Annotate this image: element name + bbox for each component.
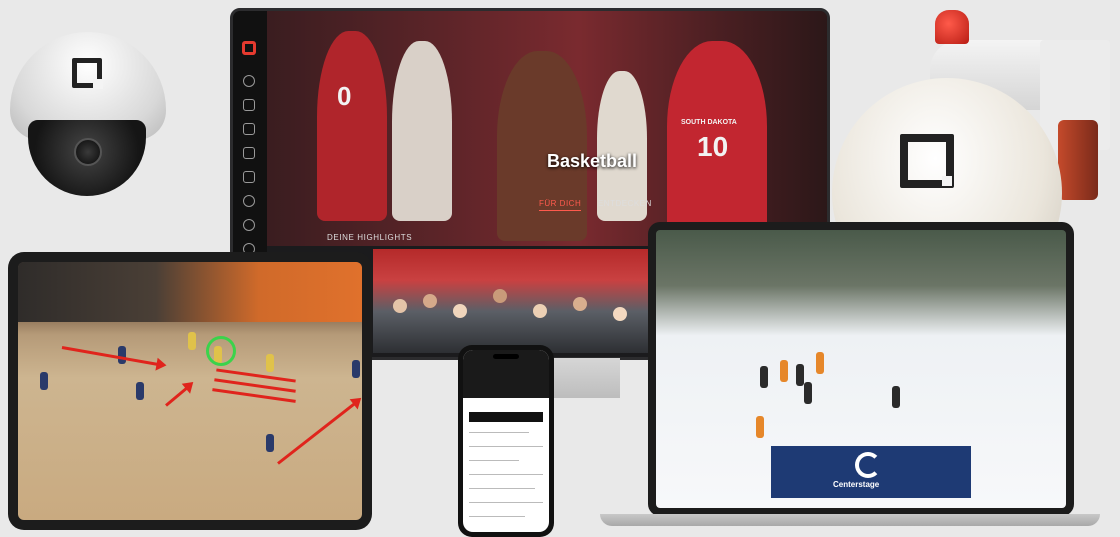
form-row[interactable] (469, 446, 543, 447)
warning-beacon-icon (935, 10, 969, 44)
crowd-person (573, 297, 587, 311)
gym-wall (18, 262, 362, 322)
camera-logo-icon (72, 58, 103, 89)
tablet-device (8, 252, 372, 530)
laptop-device: Centerstage (648, 222, 1074, 516)
video-icon[interactable] (243, 147, 255, 159)
jersey-number: 10 (697, 131, 729, 162)
crowd-person (423, 294, 437, 308)
mount-bracket (1058, 120, 1098, 200)
crowd-person (533, 304, 547, 318)
crowd-person (453, 304, 467, 318)
brand-logo-icon (855, 452, 881, 478)
smartphone-device (458, 345, 554, 537)
hero-title: Basketball (547, 151, 638, 171)
player-marker (118, 346, 126, 364)
hero-banner[interactable]: 0 SOUTH DAKOTA 10 Basketball FÜR DICH EN… (267, 11, 827, 246)
phone-toolbar[interactable] (469, 412, 543, 422)
player-marker (40, 372, 48, 390)
crowd-person (613, 307, 627, 321)
tab-discover[interactable]: ENTDECKEN (598, 199, 652, 208)
player-marker (266, 354, 274, 372)
form-row[interactable] (469, 488, 535, 489)
skater (760, 366, 768, 388)
phone-notch (493, 354, 519, 359)
player-highlight-circle (206, 336, 236, 366)
camera-logo-icon (900, 134, 954, 188)
phone-app-screen[interactable] (463, 350, 549, 532)
clock-icon[interactable] (243, 195, 255, 207)
movement-arrow (165, 385, 190, 407)
player-figure (392, 41, 452, 221)
brand-name: Centerstage (833, 480, 880, 489)
form-row[interactable] (469, 474, 543, 475)
movement-arrow (61, 346, 161, 367)
list-icon[interactable] (243, 123, 255, 135)
jersey-text: SOUTH DAKOTA (681, 119, 737, 126)
player-figure (317, 31, 387, 221)
player-marker (136, 382, 144, 400)
skater (796, 364, 804, 386)
laptop-base (600, 514, 1100, 526)
brand-logo-icon (242, 41, 256, 55)
player-figure (497, 51, 587, 241)
handball-analysis-view[interactable] (18, 262, 362, 520)
form-row[interactable] (469, 516, 525, 517)
phone-header (463, 350, 549, 398)
ice-hockey-broadcast-view[interactable]: Centerstage (656, 230, 1066, 508)
movement-arrow (277, 400, 358, 465)
search-icon[interactable] (243, 75, 255, 87)
skater (892, 386, 900, 408)
crowd-person (493, 289, 507, 303)
player-marker (352, 360, 360, 378)
tab-for-you[interactable]: FÜR DICH (539, 199, 582, 211)
settings-icon[interactable] (243, 219, 255, 231)
player-marker (266, 434, 274, 452)
skater (816, 352, 824, 374)
form-row[interactable] (469, 502, 543, 503)
edit-icon[interactable] (243, 171, 255, 183)
crowd-person (393, 299, 407, 313)
skater (756, 416, 764, 438)
skater (804, 382, 812, 404)
camera-lens-icon (74, 138, 102, 166)
content-tabs: FÜR DICH ENTDECKEN (539, 199, 652, 211)
player-marker (188, 332, 196, 350)
highlights-heading: DEINE HIGHLIGHTS (327, 233, 413, 242)
sponsor-banner: Centerstage (771, 446, 971, 498)
form-row[interactable] (469, 460, 519, 461)
skater (780, 360, 788, 382)
form-row[interactable] (469, 432, 529, 433)
jersey-number: 0 (337, 81, 352, 111)
home-icon[interactable] (243, 99, 255, 111)
